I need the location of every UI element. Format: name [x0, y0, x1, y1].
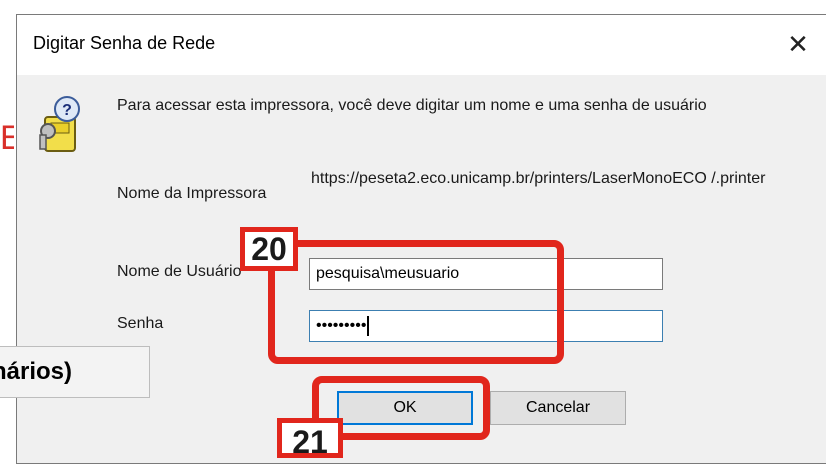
svg-text:?: ?	[62, 102, 72, 119]
highlight-credentials	[268, 240, 564, 364]
background-bold-text: nários)	[0, 346, 150, 398]
step-badge-21: 21	[277, 418, 343, 460]
password-label: Senha	[117, 315, 164, 332]
dialog-message: Para acessar esta impressora, você deve …	[117, 97, 707, 114]
step-badge-20: 20	[240, 227, 298, 271]
printer-url: https://peseta2.eco.unicamp.br/printers/…	[311, 170, 766, 187]
lock-help-icon: ?	[39, 96, 80, 152]
cancel-button[interactable]: Cancelar	[490, 391, 626, 425]
dialog-title: Digitar Senha de Rede	[33, 33, 216, 53]
username-label: Nome de Usuário	[117, 263, 242, 280]
dialog-titlebar: Digitar Senha de Rede ✕	[17, 15, 826, 75]
printer-name-label: Nome da Impressora	[117, 185, 267, 202]
close-icon[interactable]: ✕	[778, 27, 818, 61]
background-red-letter: E	[0, 119, 14, 157]
